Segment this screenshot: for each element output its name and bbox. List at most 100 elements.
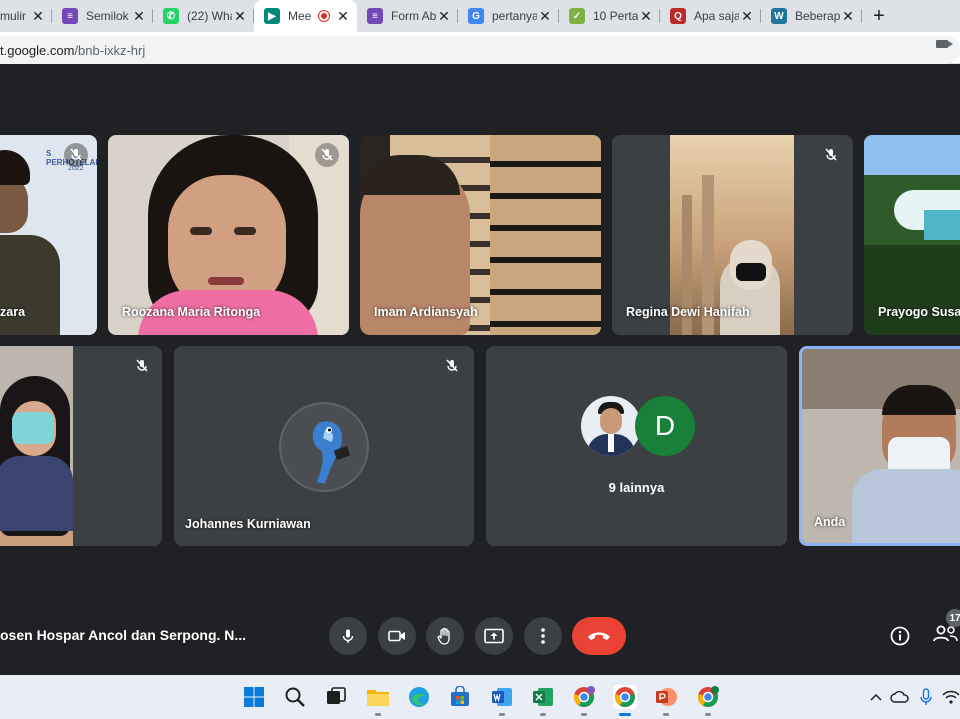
excel-icon[interactable] xyxy=(531,685,555,709)
mic-button[interactable] xyxy=(329,617,367,655)
tab-title: pertanya xyxy=(492,9,537,23)
people-icon xyxy=(933,625,958,642)
close-tab-icon[interactable]: ✕ xyxy=(436,8,452,24)
browser-tab[interactable]: ≡ Form Ab ✕ xyxy=(357,0,458,32)
browser-tab[interactable]: ▶ Mee ✕ xyxy=(254,0,357,32)
participant-name: Anda xyxy=(814,515,846,529)
forms-icon: ≡ xyxy=(367,8,383,24)
self-tile[interactable]: Anda xyxy=(799,346,960,546)
chrome-profile-a-icon[interactable] xyxy=(696,685,720,709)
word-icon[interactable] xyxy=(490,685,514,709)
participant-count-badge: 17 xyxy=(946,609,960,627)
browser-tab[interactable]: ✆ (22) Wha ✕ xyxy=(153,0,254,32)
url-field[interactable]: t.google.com/bnb-ixkz-hrj xyxy=(0,36,960,64)
close-tab-icon[interactable]: ✕ xyxy=(232,8,248,24)
browser-tab[interactable]: ≡ Semilok ✕ xyxy=(52,0,153,32)
chevron-up-icon[interactable] xyxy=(868,685,884,709)
mic-off-icon xyxy=(130,354,154,378)
running-indicator xyxy=(663,713,669,716)
tab-separator xyxy=(861,9,862,23)
windows-taskbar xyxy=(0,675,960,719)
tab-title: Semilok xyxy=(86,9,129,23)
camera-button[interactable] xyxy=(378,617,416,655)
chrome-active-icon[interactable] xyxy=(613,685,637,709)
url-host: t.google.com xyxy=(0,42,75,58)
onedrive-cloud-icon[interactable] xyxy=(890,685,910,709)
raise-hand-button[interactable] xyxy=(426,617,464,655)
edge-browser-icon[interactable] xyxy=(407,685,431,709)
meet-icon: ▶ xyxy=(264,8,280,24)
close-tab-icon[interactable]: ✕ xyxy=(131,8,147,24)
close-tab-icon[interactable]: ✕ xyxy=(30,8,46,24)
microsoft-store-icon[interactable] xyxy=(448,685,472,709)
mic-icon xyxy=(342,629,354,643)
participant-name: Roozana Maria Ritonga xyxy=(122,305,261,319)
participant-tile[interactable]: Regina Dewi Hanifah xyxy=(612,135,853,335)
tab-title: 10 Perta xyxy=(593,9,638,23)
mic-off-icon xyxy=(315,143,339,167)
leaf-icon: ✓ xyxy=(569,8,585,24)
tab-title: (22) Wha xyxy=(187,9,232,23)
close-tab-icon[interactable]: ✕ xyxy=(840,8,856,24)
close-tab-icon[interactable]: ✕ xyxy=(638,8,654,24)
wordpress-icon: W xyxy=(771,8,787,24)
participant-avatar xyxy=(581,396,641,456)
participant-name: Johannes Kurniawan xyxy=(185,517,311,531)
browser-tab[interactable]: mulir ✕ xyxy=(0,0,52,32)
meeting-title: osen Hospar Ancol dan Serpong. N... xyxy=(0,627,247,643)
hang-up-icon xyxy=(588,632,610,640)
powerpoint-icon[interactable] xyxy=(654,685,678,709)
participants-button[interactable] xyxy=(932,624,960,648)
present-icon xyxy=(484,628,504,644)
meeting-details-button[interactable] xyxy=(888,624,912,648)
browser-tab[interactable]: ✓ 10 Perta ✕ xyxy=(559,0,660,32)
browser-tab[interactable]: Gpertanya ✕ xyxy=(458,0,559,32)
close-tab-icon[interactable]: ✕ xyxy=(739,8,755,24)
running-indicator xyxy=(581,713,587,716)
active-indicator xyxy=(619,713,631,716)
info-icon xyxy=(890,626,910,646)
participant-tile[interactable] xyxy=(0,346,162,546)
mic-off-icon xyxy=(64,143,88,167)
file-explorer-icon[interactable] xyxy=(366,685,390,709)
camera-in-use-icon[interactable] xyxy=(936,40,953,48)
quora-icon: Q xyxy=(670,8,686,24)
others-tile[interactable]: D 9 lainnya xyxy=(486,346,787,546)
close-tab-icon[interactable]: ✕ xyxy=(335,8,351,24)
participant-tile[interactable]: Imam Ardiansyah xyxy=(360,135,601,335)
browser-tab[interactable]: Q Apa saja ✕ xyxy=(660,0,761,32)
dolphin-avatar-icon xyxy=(312,421,351,484)
mic-off-icon xyxy=(440,354,464,378)
windows-start-icon[interactable] xyxy=(242,685,266,709)
close-tab-icon[interactable]: ✕ xyxy=(537,8,553,24)
task-view-icon[interactable] xyxy=(324,685,348,709)
participant-name: Regina Dewi Hanifah xyxy=(626,305,750,319)
running-indicator xyxy=(499,713,505,716)
meet-stage: S PERHOTELAN 2022 zara Roozana Maria Rit… xyxy=(0,65,960,675)
running-indicator xyxy=(705,713,711,716)
wifi-icon[interactable] xyxy=(942,685,960,709)
participant-tile[interactable]: Johannes Kurniawan xyxy=(174,346,474,546)
new-tab-button[interactable]: + xyxy=(862,0,896,32)
participant-tile[interactable]: Prayogo Susa xyxy=(864,135,960,335)
more-options-button[interactable] xyxy=(524,617,562,655)
running-indicator xyxy=(375,713,381,716)
present-screen-button[interactable] xyxy=(475,617,513,655)
avatar-letter: D xyxy=(635,396,695,456)
browser-tabstrip: mulir ✕ ≡ Semilok ✕ ✆ (22) Wha ✕ ▶ Mee ✕ ≡ Form Ab ✕ G… xyxy=(0,0,960,32)
end-call-button[interactable] xyxy=(572,617,626,655)
more-vert-icon xyxy=(541,628,545,644)
chrome-profile-p-icon[interactable] xyxy=(572,685,596,709)
participant-tile[interactable]: Roozana Maria Ritonga xyxy=(108,135,349,335)
search-icon[interactable] xyxy=(283,685,307,709)
hand-icon xyxy=(437,627,450,645)
others-count-label: 9 lainnya xyxy=(608,480,665,495)
tab-title: Apa saja xyxy=(694,9,739,23)
microphone-tray-icon[interactable] xyxy=(916,685,936,709)
tab-title: Form Ab xyxy=(391,9,436,23)
browser-tab[interactable]: W Beberap ✕ xyxy=(761,0,862,32)
participant-name: Prayogo Susa xyxy=(878,305,960,319)
participant-name: zara xyxy=(0,305,26,319)
participant-tile[interactable]: S PERHOTELAN 2022 zara xyxy=(0,135,97,335)
participant-name: Imam Ardiansyah xyxy=(374,305,478,319)
